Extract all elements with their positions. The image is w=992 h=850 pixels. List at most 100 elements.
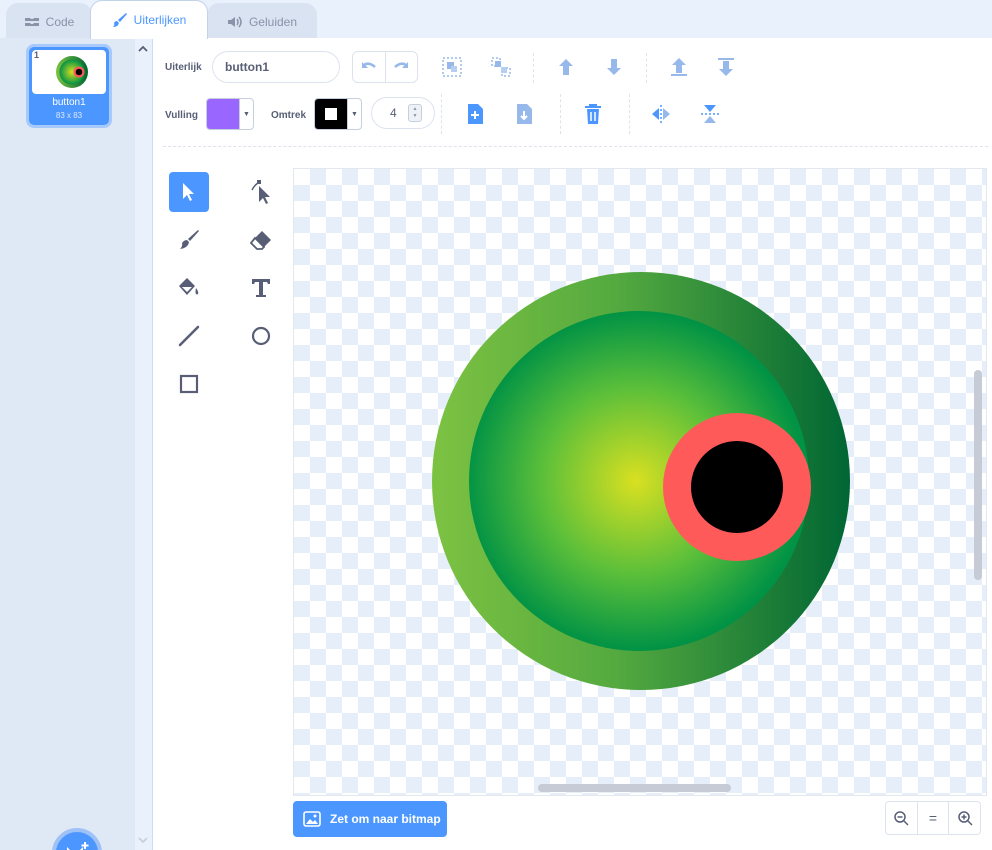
reshape-tool[interactable] <box>241 172 281 212</box>
line-tool[interactable] <box>169 316 209 356</box>
copy-button[interactable] <box>461 100 489 128</box>
ungroup-button[interactable] <box>487 53 515 81</box>
group-button[interactable] <box>438 53 466 81</box>
toolbar-divider <box>441 94 442 134</box>
eraser-tool[interactable] <box>241 220 281 260</box>
chevron-down-icon: ▼ <box>239 99 253 129</box>
fill-color-picker[interactable]: ▼ <box>206 98 254 130</box>
costume-list: 1 button1 83 x 83 <box>0 38 153 850</box>
zoom-out-icon <box>894 811 909 826</box>
zoom-reset-label: = <box>928 810 938 826</box>
undo-redo-group <box>352 51 418 83</box>
front-icon <box>671 58 687 76</box>
undo-icon <box>361 62 376 68</box>
brush-tool[interactable] <box>169 220 209 260</box>
forward-icon <box>559 59 573 75</box>
backward-icon <box>607 59 621 75</box>
rectangle-tool[interactable] <box>169 364 209 404</box>
flip-vertical-button[interactable] <box>696 100 724 128</box>
outline-color-picker[interactable]: ▼ <box>314 98 362 130</box>
canvas-horizontal-scrollbar[interactable] <box>538 784 731 792</box>
fill-color-swatch <box>207 99 239 129</box>
trash-icon <box>585 104 601 124</box>
zoom-reset-button[interactable]: = <box>916 802 949 834</box>
eraser-icon <box>250 231 271 250</box>
paste-button[interactable] <box>510 100 538 128</box>
outline-color-swatch <box>315 99 347 129</box>
flip-horizontal-button[interactable] <box>647 100 675 128</box>
forward-button[interactable] <box>552 53 580 81</box>
toolbar-divider <box>629 94 630 134</box>
costume-thumbnail <box>32 50 106 94</box>
arrow-cursor-icon <box>183 183 194 201</box>
toolbar-divider <box>560 94 561 134</box>
outline-width-stepper[interactable]: ▲ ▼ <box>408 104 422 122</box>
paint-editor: Uiterlijk button1 Vulling ▼ Omtrek ▼ 4 ▲… <box>153 38 992 850</box>
redo-icon <box>394 62 409 68</box>
stepper-up-icon[interactable]: ▲ <box>413 106 418 113</box>
brush-icon <box>112 13 127 27</box>
zoom-in-button[interactable] <box>948 802 980 834</box>
tab-costumes-label: Uiterlijken <box>133 13 187 27</box>
ungroup-icon <box>491 57 511 77</box>
image-icon <box>303 811 321 827</box>
fill-label: Vulling <box>165 110 198 121</box>
undo-button[interactable] <box>353 52 385 82</box>
flip-horizontal-icon <box>652 105 670 123</box>
costume-name-input[interactable]: button1 <box>212 51 340 83</box>
costume-size: 83 x 83 <box>55 111 83 120</box>
outline-width-input[interactable]: 4 ▲ ▼ <box>371 97 435 129</box>
delete-button[interactable] <box>579 100 607 128</box>
costume-item[interactable]: 1 button1 83 x 83 <box>26 44 112 128</box>
speaker-icon <box>227 16 242 27</box>
tab-code-label: Code <box>45 14 75 29</box>
tab-sounds[interactable]: Geluiden <box>207 3 317 39</box>
text-t-icon <box>252 279 270 297</box>
toolbar-divider <box>533 53 534 83</box>
redo-button[interactable] <box>384 52 418 82</box>
costume-thumbnail-image <box>56 56 88 88</box>
toolbar-separator <box>163 146 988 147</box>
tab-costumes[interactable]: Uiterlijken <box>90 0 208 39</box>
back-icon <box>718 58 734 76</box>
paintbrush-icon <box>180 230 199 249</box>
fill-tool[interactable] <box>169 268 209 308</box>
drawing-canvas[interactable] <box>293 168 987 796</box>
text-tool[interactable] <box>241 268 281 308</box>
paint-bucket-icon <box>179 278 199 295</box>
pupil[interactable] <box>691 441 783 533</box>
costume-list-strip <box>0 38 135 850</box>
toolbar-divider <box>646 53 647 83</box>
front-button[interactable] <box>665 53 693 81</box>
zoom-controls: = <box>885 801 981 835</box>
line-icon <box>178 325 200 347</box>
tab-bar: Code Geluiden Uiterlijken <box>0 0 992 39</box>
circle-icon <box>251 326 271 346</box>
back-button[interactable] <box>712 53 740 81</box>
costume-name: button1 <box>52 97 86 108</box>
code-icon <box>24 17 39 26</box>
costume-number: 1 <box>34 50 40 60</box>
canvas-vertical-scrollbar[interactable] <box>974 370 982 580</box>
outline-width-value: 4 <box>390 106 397 120</box>
convert-to-bitmap-label: Zet om naar bitmap <box>330 812 441 826</box>
stepper-down-icon[interactable]: ▼ <box>413 113 418 120</box>
chevron-down-icon: ▼ <box>347 99 361 129</box>
circle-tool[interactable] <box>241 316 281 356</box>
backward-button[interactable] <box>600 53 628 81</box>
paste-icon <box>517 104 532 124</box>
group-icon <box>442 57 462 77</box>
reshape-icon <box>251 180 270 204</box>
copy-icon <box>468 104 483 124</box>
scroll-down-icon[interactable] <box>138 833 148 847</box>
scroll-up-icon[interactable] <box>138 42 148 56</box>
zoom-out-button[interactable] <box>886 802 917 834</box>
cat-plus-icon <box>67 842 89 850</box>
convert-to-bitmap-button[interactable]: Zet om naar bitmap <box>293 801 447 837</box>
select-tool[interactable] <box>169 172 209 212</box>
tab-code[interactable]: Code <box>6 3 92 39</box>
costume-name-label: Uiterlijk <box>165 62 202 73</box>
outline-label: Omtrek <box>271 110 307 121</box>
flip-vertical-icon <box>701 105 719 123</box>
zoom-in-icon <box>957 811 973 826</box>
